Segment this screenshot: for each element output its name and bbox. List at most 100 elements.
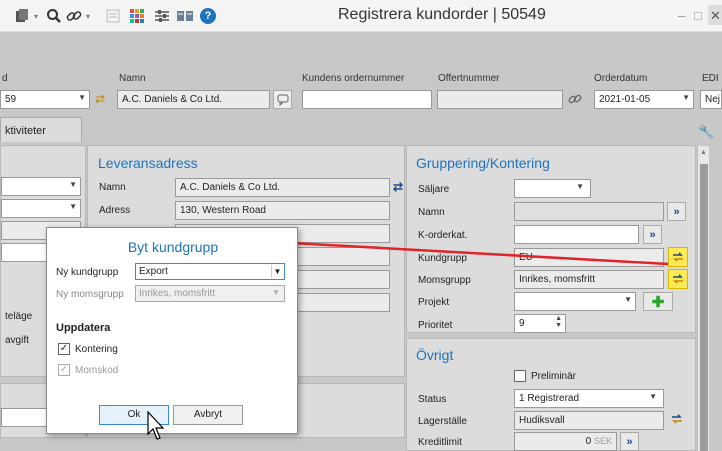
chevron-down-icon[interactable]: ▼ bbox=[576, 182, 584, 191]
prioritet-value: 9 bbox=[519, 318, 525, 329]
help-icon[interactable]: ? bbox=[200, 6, 216, 26]
ny-kundgrupp-dropdown[interactable]: Export ▼ bbox=[135, 263, 285, 280]
saljare-dropdown[interactable]: ▼ bbox=[514, 179, 591, 198]
kundnr-field[interactable]: 59 ▼ bbox=[0, 90, 90, 109]
orderdatum-value: 2021-01-05 bbox=[599, 94, 651, 105]
ny-kundgrupp-value: Export bbox=[139, 266, 168, 277]
byt-kundgrupp-dialog: Byt kundgrupp Ny kundgrupp Export ▼ Ny m… bbox=[46, 227, 298, 434]
change-kundgrupp-button[interactable] bbox=[668, 247, 688, 267]
expand-kreditlimit-button[interactable]: » bbox=[620, 432, 639, 451]
orderdatum-field[interactable]: 2021-01-05 ▼ bbox=[594, 90, 694, 109]
kreditlimit-unit: SEK bbox=[593, 436, 612, 446]
kreditlimit-value: 0 bbox=[585, 436, 592, 447]
comment-bubble-icon[interactable] bbox=[273, 90, 292, 109]
swap-address-icon[interactable]: ⇄ bbox=[393, 180, 403, 194]
gruppering-title: Gruppering/Kontering bbox=[416, 155, 550, 171]
ovrigt-panel: Övrigt Preliminär Status 1 Registrerad ▼… bbox=[406, 338, 696, 451]
momsgrupp-field: Inrikes, momsfritt bbox=[514, 270, 664, 289]
copy-document-icon[interactable] bbox=[14, 6, 30, 26]
grp-namn-field bbox=[514, 202, 664, 221]
lev-namn-field[interactable]: A.C. Daniels & Co Ltd. bbox=[175, 178, 390, 197]
ny-momsgrupp-dropdown: Inrikes, momsfritt ▼ bbox=[135, 285, 285, 302]
chevron-down-icon[interactable]: ▼ bbox=[78, 93, 86, 102]
korderkat-field[interactable] bbox=[514, 225, 639, 244]
momskod-label: Momskod bbox=[75, 365, 119, 376]
minimize-button[interactable]: – bbox=[678, 8, 685, 23]
preliminar-label: Preliminär bbox=[531, 371, 577, 382]
title-bar: ▾ ▾ ? Registrera kundorder | 50549 – □ ✕ bbox=[0, 0, 722, 32]
settings-sliders-icon[interactable] bbox=[154, 6, 170, 26]
ny-kundgrupp-label: Ny kundgrupp bbox=[56, 267, 119, 278]
plus-icon: ✚ bbox=[651, 293, 665, 311]
stepper-arrows-icon[interactable]: ▲ ▼ bbox=[555, 315, 562, 329]
change-momsgrupp-button[interactable] bbox=[668, 269, 688, 289]
prioritet-stepper[interactable]: 9 ▲ ▼ bbox=[514, 314, 566, 333]
copy-dropdown-caret-icon[interactable]: ▾ bbox=[34, 6, 38, 26]
status-label: Status bbox=[418, 394, 447, 405]
momsgrupp-label: Momsgrupp bbox=[418, 275, 471, 286]
lev-adress-label: Adress bbox=[99, 205, 131, 216]
orderdatum-label: Orderdatum bbox=[594, 73, 648, 84]
link-icon[interactable] bbox=[568, 92, 582, 109]
lagerstalle-field: Hudiksvall bbox=[514, 411, 664, 430]
chevron-down-icon: ▼ bbox=[272, 288, 280, 297]
kundnr-value: 59 bbox=[5, 94, 17, 105]
add-projekt-button[interactable]: ✚ bbox=[643, 292, 673, 311]
chevron-down-icon[interactable]: ▼ bbox=[271, 265, 283, 278]
lev-adress-field[interactable]: 130, Western Road bbox=[175, 201, 390, 220]
left-dropdown-2[interactable]: ▼ bbox=[1, 199, 81, 218]
edi-label: EDI bbox=[702, 73, 719, 84]
lev-namn-label: Namn bbox=[99, 182, 126, 193]
mouse-cursor-icon bbox=[147, 411, 165, 440]
namn-field[interactable]: A.C. Daniels & Co Ltd. bbox=[117, 90, 270, 109]
offertnummer-field[interactable] bbox=[437, 90, 563, 109]
kreditlimit-label: Kreditlimit bbox=[418, 437, 462, 448]
expand-korderkat-button[interactable]: » bbox=[643, 225, 662, 244]
chevron-down-icon[interactable]: ▼ bbox=[69, 202, 77, 211]
chevron-down-icon[interactable]: ▼ bbox=[649, 392, 657, 401]
chevron-down-icon[interactable]: ▼ bbox=[624, 295, 632, 304]
order-header: d 59 ▼ ⇄ Namn A.C. Daniels & Co Ltd. Kun… bbox=[0, 32, 722, 114]
scroll-up-icon[interactable]: ▲ bbox=[700, 149, 707, 156]
left-dropdown-1[interactable]: ▼ bbox=[1, 177, 81, 196]
kundens-ordernummer-label: Kundens ordernummer bbox=[302, 73, 405, 84]
saljare-label: Säljare bbox=[418, 184, 450, 195]
kreditlimit-field: 0 SEK bbox=[514, 432, 617, 451]
link-icon[interactable] bbox=[66, 6, 82, 26]
preliminar-checkbox[interactable] bbox=[514, 370, 526, 382]
korderkat-label: K-orderkat. bbox=[418, 230, 468, 241]
kundgrupp-label: Kundgrupp bbox=[418, 253, 467, 264]
chevron-down-icon[interactable]: ▼ bbox=[69, 180, 77, 189]
kontering-checkbox[interactable]: ✓ bbox=[58, 343, 70, 355]
prioritet-label: Prioritet bbox=[418, 320, 453, 331]
swap-arrows-icon[interactable]: ⇄ bbox=[95, 92, 105, 106]
close-button[interactable]: ✕ bbox=[708, 5, 722, 25]
status-value: 1 Registrerad bbox=[519, 393, 580, 404]
apps-grid-icon[interactable] bbox=[130, 6, 144, 26]
avbryt-button[interactable]: Avbryt bbox=[173, 405, 243, 425]
link-dropdown-caret-icon[interactable]: ▾ bbox=[86, 6, 90, 26]
swap-lagerstalle-icon[interactable] bbox=[670, 413, 684, 428]
vertical-scrollbar[interactable]: ▲ bbox=[697, 146, 709, 451]
kontering-label: Kontering bbox=[75, 344, 118, 355]
lagerstalle-label: Lagerställe bbox=[418, 416, 467, 427]
expand-namn-button[interactable]: » bbox=[667, 202, 686, 221]
chevron-down-icon[interactable]: ▼ bbox=[682, 93, 690, 102]
scrollbar-thumb[interactable] bbox=[700, 164, 708, 451]
namn-label: Namn bbox=[119, 73, 146, 84]
book-icon[interactable] bbox=[176, 6, 194, 26]
momskod-checkbox: ✓ bbox=[58, 364, 70, 376]
tab-aktiviteter[interactable]: ktiviteter bbox=[0, 117, 82, 142]
ovrigt-title: Övrigt bbox=[416, 347, 454, 363]
maximize-button[interactable]: □ bbox=[694, 8, 702, 23]
edi-field[interactable]: Nej bbox=[700, 90, 722, 109]
kundens-ordernummer-field[interactable] bbox=[302, 90, 432, 109]
projekt-dropdown[interactable]: ▼ bbox=[514, 292, 636, 311]
offertnummer-label: Offertnummer bbox=[438, 73, 500, 84]
ny-momsgrupp-label: Ny momsgrupp bbox=[56, 289, 124, 300]
uppdatera-label: Uppdatera bbox=[56, 322, 111, 334]
search-icon[interactable] bbox=[46, 6, 62, 26]
leveransadress-title: Leveransadress bbox=[98, 155, 198, 171]
status-dropdown[interactable]: 1 Registrerad ▼ bbox=[514, 389, 664, 408]
wrench-icon[interactable]: 🔧 bbox=[698, 124, 714, 140]
